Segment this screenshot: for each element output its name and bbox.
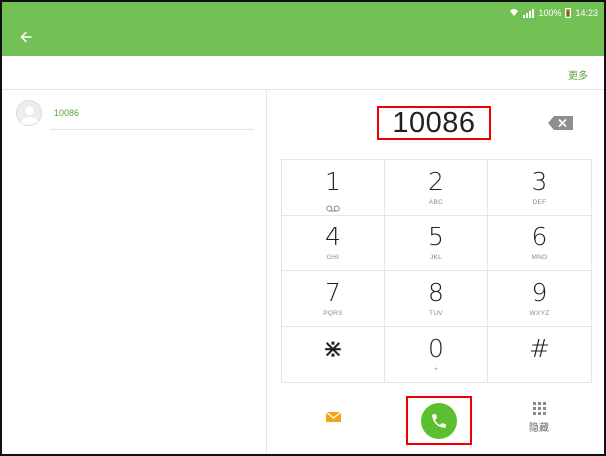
entered-number-display[interactable]: 10086 (377, 106, 491, 140)
key-digit: 6 (531, 222, 548, 252)
battery-icon (565, 8, 572, 18)
key-letters: JKL (429, 254, 443, 262)
key-digit: 8 (428, 277, 444, 307)
key-digit: 5 (428, 222, 444, 252)
voicemail-icon (326, 199, 340, 212)
status-bar: 100% 14:23 (509, 6, 598, 20)
phone-icon (432, 413, 446, 428)
key-digit: 1 (325, 166, 341, 196)
key-8[interactable]: 8 TUV (385, 271, 488, 327)
key-letters: WXYZ (529, 309, 550, 317)
envelope-icon (325, 411, 342, 422)
call-button[interactable] (421, 402, 457, 439)
message-button[interactable] (325, 410, 343, 424)
key-digit: 7 (325, 277, 341, 307)
key-5[interactable]: 5 JKL (385, 215, 488, 271)
avatar (16, 100, 42, 126)
arrow-left-icon (20, 31, 32, 43)
key-letters: PQRS (323, 309, 343, 317)
wifi-icon (509, 8, 519, 19)
back-button[interactable] (16, 27, 36, 47)
key-7[interactable]: 7 PQRS (282, 271, 385, 327)
key-letters: DEF (532, 198, 547, 206)
key-digit: 2 (428, 166, 444, 196)
search-result-item[interactable]: 10086 (16, 96, 254, 130)
key-digit: ⋇ (322, 333, 344, 363)
key-letters: ABC (428, 198, 444, 206)
hide-label: 隐藏 (529, 423, 549, 434)
backspace-button[interactable] (548, 116, 573, 130)
key-hash[interactable]: # (488, 327, 591, 383)
result-number: 10086 (54, 108, 80, 118)
signal-icon (523, 8, 535, 18)
key-letters: TUV (429, 309, 443, 317)
keypad: 1 2 ABC 3 DEF 4 GHI 5 JKL 6 MNO 7 PQRS 8… (281, 159, 592, 383)
key-4[interactable]: 4 GHI (282, 215, 385, 271)
hide-keypad-button[interactable]: 隐藏 (524, 402, 554, 438)
key-star[interactable]: ⋇ (282, 326, 385, 382)
backspace-icon (548, 116, 573, 130)
key-letters: + (433, 365, 439, 373)
call-highlight (406, 396, 472, 445)
key-letters: GHI (326, 254, 340, 262)
key-digit: 4 (325, 222, 341, 252)
key-3[interactable]: 3 DEF (488, 160, 591, 216)
key-0[interactable]: 0 + (385, 326, 488, 382)
keypad-icon (532, 402, 546, 415)
battery-percent: 100% (538, 8, 562, 18)
key-digit: 9 (531, 277, 548, 307)
key-1[interactable]: 1 (282, 160, 385, 216)
clock: 14:23 (575, 8, 598, 18)
key-digit: 0 (428, 333, 444, 363)
key-6[interactable]: 6 MNO (488, 216, 591, 271)
more-button[interactable]: 更多 (568, 67, 588, 82)
key-digit: 3 (531, 166, 548, 196)
key-9[interactable]: 9 WXYZ (488, 271, 591, 327)
divider (50, 129, 254, 130)
key-2[interactable]: 2 ABC (385, 160, 488, 216)
app-bar: 100% 14:23 (2, 2, 604, 56)
key-digit: # (529, 333, 550, 363)
key-letters: MNO (531, 254, 548, 262)
toolbar-row: 更多 (2, 56, 604, 90)
search-results-panel: 10086 (2, 90, 267, 454)
dialer-window: 100% 14:23 更多 10086 10086 1 2 ABC 3 DEF … (0, 0, 606, 456)
